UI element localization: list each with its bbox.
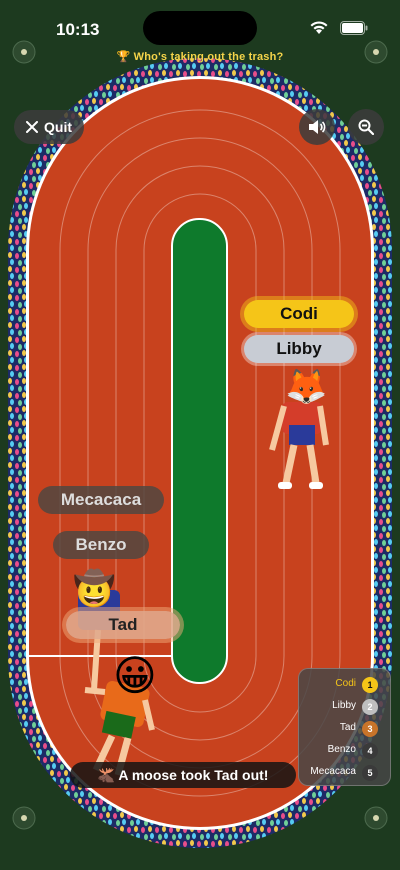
runner-tag: Benzo (53, 531, 149, 559)
status-bar: 10:13 (0, 0, 400, 56)
quit-button[interactable]: Quit (14, 110, 84, 144)
runner-tag: Codi (244, 300, 354, 328)
wifi-icon (310, 21, 328, 34)
event-toast: 🫎 A moose took Tad out! (70, 762, 296, 788)
sound-button[interactable] (299, 109, 335, 145)
leaderboard-row: Codi 1 (299, 674, 390, 696)
rank-badge: 2 (362, 699, 378, 715)
race-stage: 🦊 🤠 😀 10:13 🏆 Who's taking out the trash… (0, 0, 400, 870)
status-time: 10:13 (56, 20, 100, 39)
zoom-button[interactable] (348, 109, 384, 145)
screw-icon (12, 40, 36, 64)
screw-icon (12, 806, 36, 830)
zoom-out-icon (358, 119, 374, 135)
battery-icon (340, 21, 368, 35)
runner-tag: Tad (66, 611, 180, 639)
screw-icon (364, 40, 388, 64)
leaderboard-row: Libby 2 (299, 696, 390, 718)
leaderboard-row: Benzo 4 (299, 740, 390, 762)
fox-icon: 🦊 (285, 368, 327, 406)
runner-tag: Mecacaca (38, 486, 164, 514)
close-icon (26, 121, 38, 133)
rank-badge: 3 (362, 721, 378, 737)
leaderboard: Codi 1 Libby 2 Tad 3 Benzo 4 Mecacaca 5 (298, 668, 391, 786)
grinning-face-icon: 😀 (113, 652, 157, 699)
leaderboard-name: Tad (339, 722, 356, 733)
cowboy-face-icon: 🤠 (73, 568, 115, 608)
leaderboard-name: Mecacaca (310, 766, 356, 777)
runner-tag: Libby (244, 335, 354, 363)
leaderboard-name: Codi (335, 678, 356, 689)
speaker-icon (309, 120, 326, 134)
rank-badge: 1 (362, 677, 378, 693)
quit-label: Quit (44, 119, 72, 135)
leaderboard-row: Mecacaca 5 (299, 762, 390, 784)
leaderboard-name: Benzo (327, 744, 356, 755)
game-title: 🏆 Who's taking out the trash? (116, 51, 284, 63)
leaderboard-row: Tad 3 (299, 718, 390, 740)
screw-icon (364, 806, 388, 830)
infield (171, 218, 228, 684)
rank-badge: 4 (362, 743, 378, 759)
dynamic-island (143, 11, 257, 45)
rank-badge: 5 (362, 765, 378, 781)
leaderboard-name: Libby (332, 700, 356, 711)
